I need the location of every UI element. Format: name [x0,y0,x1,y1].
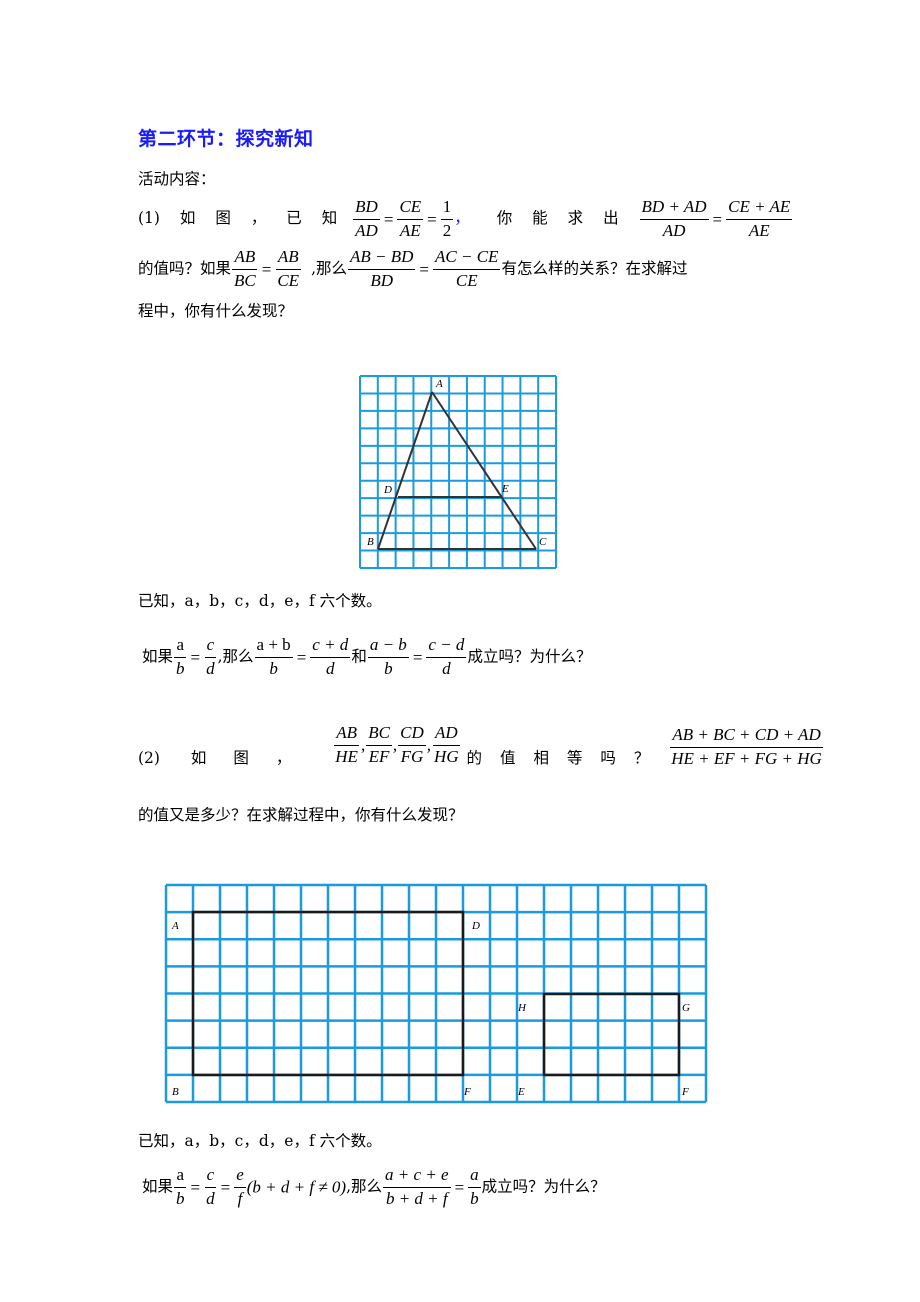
label-h: H [517,1002,527,1014]
fraction: ab [174,635,187,678]
part2-prefix: (2) [138,749,160,768]
label-a: A [171,920,179,932]
text-word: ， [275,749,292,768]
fraction: CD FG [398,723,426,766]
text: 有怎么样的关系？在求解过 [501,259,688,278]
part1-line3: 程中，你有什么发现？ [138,302,294,320]
comma: ， [454,209,470,228]
text-word: 图 [233,749,249,768]
triangle-figure: A D E B C [359,375,557,569]
fraction: ef [234,1165,246,1208]
text: 成立吗？为什么？ [481,1177,606,1196]
text-word: 能 [532,209,548,228]
part1-prefix: (1) [138,209,160,228]
point-label-e: E [501,483,509,495]
text: 如果 [142,1177,174,1196]
fraction: 12 [440,197,454,240]
label-d: D [471,920,480,932]
fraction: ab [468,1165,481,1208]
point-label-d: D [383,484,392,496]
text: 和 [351,647,367,666]
text-word: 的 [466,749,483,768]
text-word: 等 [566,749,583,768]
label-c: F [463,1086,471,1098]
fraction: AB HE [334,723,359,766]
known-numbers-2: 已知，a，b，c，d，e，f 六个数。 [138,1132,382,1150]
text-word: 求 [567,209,584,228]
fraction: AD HG [432,723,460,766]
point-label-b: B [367,536,374,548]
point-label-c: C [539,536,547,548]
fraction: cd [204,635,217,678]
fraction: BC EF [366,723,392,766]
part2-line1: (2) 如 图 ， AB HE, BC EF, CD FG, AD HG 的 值 相 等 吗 … [138,723,823,768]
fraction: c + dd [310,635,351,678]
text-word: 吗 [600,749,616,768]
sum-fraction: AB + BC + CD + AD HE + EF + FG + HG [670,725,823,768]
fraction: ab [174,1165,187,1208]
text: 成立吗？为什么？ [467,647,592,666]
condition: (b + d + f ≠ 0) [246,1177,347,1197]
known-numbers-1: 已知，a，b，c，d，e，f 六个数。 [138,592,382,610]
text-word: 如 [190,749,207,768]
fraction: CE + AE AE [726,197,793,240]
text: 的值吗？如果 [138,259,232,278]
text-word: 相 [533,749,549,768]
part2-line2: 的值又是多少？在求解过程中，你有什么发现？ [138,806,464,824]
text-word: 图 [215,209,231,228]
text: 如果 [142,647,174,666]
fraction: AB BC [232,247,258,290]
question-1: 如果 a b = c d ,那么 a + b b = c + dd和a − b b = c − d d 成立吗… [142,635,592,678]
text-word: 如 [179,209,196,228]
text-word: 知 [321,209,338,228]
label-e: E [517,1086,525,1098]
text-word: 值 [500,749,516,768]
fraction: AB − BD BD [348,247,416,290]
fraction: c − dd [426,635,467,678]
label-b: B [172,1086,179,1098]
fraction: BD AD [353,197,380,240]
question-2: 如果 a b = c d = e f (b + d + f ≠ 0),那么 a + c + eb +… [142,1165,606,1208]
text: ,那么 [346,1177,383,1196]
text: ,那么 [311,259,348,278]
text-word: 你 [496,209,513,228]
fraction: a + c + eb + d + f [383,1165,451,1208]
text-word: ？ [633,749,650,768]
fraction: CE AE [397,197,424,240]
rectangle-figure: A B D F H G E F [164,883,708,1104]
label-f: F [681,1086,689,1098]
section-title: 第二环节：探究新知 [138,128,314,150]
fraction: AC − CE CE [433,247,501,290]
part1-line1: (1) 如 图 ， 已 知 BD AD = CE AE = 1 2， 你 能 求 出 BD +… [138,197,793,240]
text-word: ， [250,209,267,228]
text: ,那么 [217,647,254,666]
part1-line2: 的值吗？如果 AB BC = AB CE ,那么 AB − BD BD = AC − CE CE 有怎么… [138,247,688,290]
grid [359,375,557,569]
point-label-a: A [435,378,443,390]
text-word: 已 [286,209,302,228]
fraction: cd [204,1165,217,1208]
fraction: AB CE [275,247,301,290]
activity-label: 活动内容： [138,170,216,188]
fraction: a + bb [254,635,293,678]
fraction: a − bb [367,635,409,678]
segment-ab [377,391,433,550]
text-word: 出 [603,209,619,228]
label-g: G [682,1002,690,1014]
fraction: BD + AD AD [639,197,709,240]
rectangle-hgfe [542,992,681,1077]
